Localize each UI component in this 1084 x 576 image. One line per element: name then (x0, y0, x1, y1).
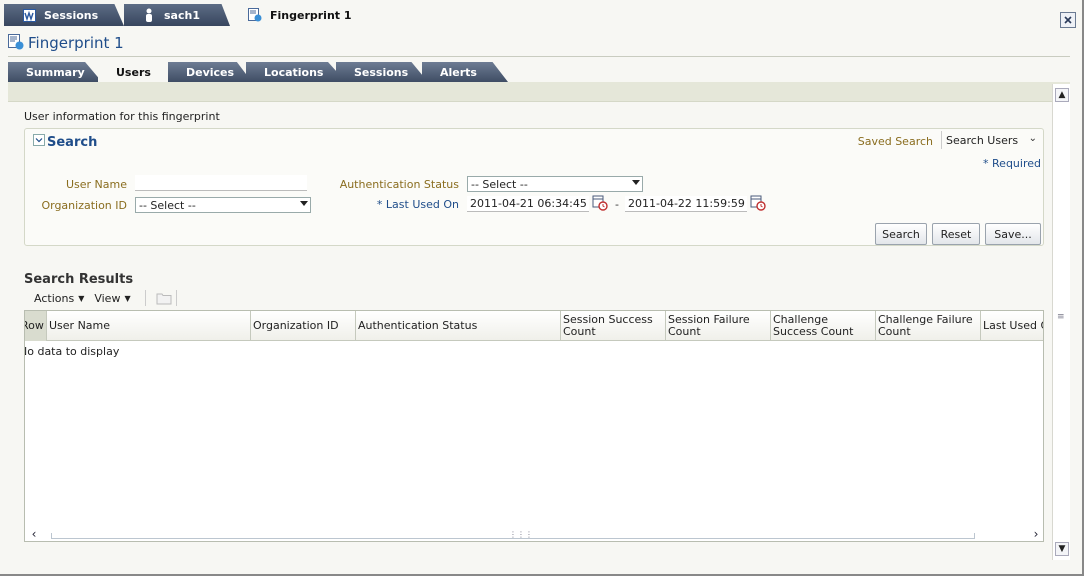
column-header-organization-id[interactable]: Organization ID (251, 311, 356, 341)
user-icon (142, 8, 156, 22)
results-title: Search Results (24, 272, 134, 287)
tab-label: Alerts (440, 65, 477, 79)
column-header-row[interactable]: Row (25, 311, 47, 341)
last-used-from-input[interactable]: 2011-04-21 06:34:45 PM (467, 196, 589, 212)
dropdown-arrow-icon: ▼ (78, 293, 85, 303)
dropdown-arrow-icon: ▼ (124, 293, 131, 303)
doc-tab-sessions[interactable]: Sessions (4, 4, 124, 26)
divider (8, 56, 1070, 57)
info-text: User information for this fingerprint (24, 110, 220, 123)
column-header-session-failure-count[interactable]: Session Failure Count (666, 311, 771, 341)
column-header-challenge-success-count[interactable]: Challenge Success Count (771, 311, 876, 341)
required-note: * Required (983, 157, 1041, 170)
doc-tab-user[interactable]: sach1 (124, 4, 230, 26)
column-header-last-used-on[interactable]: Last Used On (981, 311, 1043, 341)
fingerprint-icon (8, 33, 24, 53)
save-button[interactable]: Save... (985, 223, 1041, 245)
document-tabs: Sessions sach1 Fingerprint 1 (0, 4, 1084, 28)
tab-devices[interactable]: Devices (168, 62, 252, 82)
doc-tab-label: Fingerprint 1 (270, 8, 352, 22)
column-header-challenge-failure-count[interactable]: Challenge Failure Count (876, 311, 981, 341)
close-icon (1064, 16, 1072, 24)
column-header-session-success-count[interactable]: Session Success Count (561, 311, 666, 341)
tab-users[interactable]: Users (98, 62, 178, 82)
sessions-icon (22, 8, 36, 22)
last-used-to-input[interactable]: 2011-04-22 11:59:59 PM (625, 196, 747, 212)
doc-tab-label: sach1 (164, 8, 200, 22)
tab-label: Sessions (354, 65, 409, 79)
scroll-right-icon[interactable]: › (1029, 527, 1043, 541)
search-title: Search (47, 134, 98, 150)
dropdown-arrow-icon (300, 201, 308, 206)
org-id-label: Organization ID (41, 199, 127, 212)
tab-label: Locations (264, 65, 324, 79)
column-header-user-name[interactable]: User Name (47, 311, 251, 341)
chevron-down-icon: ⌄ (1028, 133, 1037, 144)
calendar-icon[interactable] (750, 195, 766, 211)
reset-button[interactable]: Reset (932, 223, 980, 245)
auth-status-label: Authentication Status (339, 178, 459, 191)
page-header: Fingerprint 1 (8, 32, 124, 54)
results-toolbar: Actions ▼ View ▼ (24, 288, 181, 308)
saved-search-select[interactable]: Search Users ⌄ (941, 131, 1043, 149)
actions-menu[interactable]: Actions ▼ (24, 292, 94, 305)
calendar-icon[interactable] (592, 195, 608, 211)
tab-label: Users (116, 65, 151, 79)
last-used-label: * Last Used On (376, 198, 459, 211)
toolbar-divider (144, 290, 146, 306)
application-frame: Sessions sach1 Fingerprint 1 Fingerprint… (0, 0, 1084, 576)
vertical-scrollbar[interactable]: ▲ ≡ ▼ (1052, 84, 1070, 560)
search-button[interactable]: Search (875, 223, 927, 245)
view-menu[interactable]: View ▼ (94, 292, 140, 305)
scroll-left-icon[interactable]: ‹ (27, 527, 41, 541)
close-tab-button[interactable] (1060, 12, 1076, 28)
collapse-icon[interactable] (33, 134, 45, 150)
table-header: Row User Name Organization ID Authentica… (25, 311, 1043, 341)
no-data-message: No data to display (24, 345, 120, 358)
search-header[interactable]: Search (33, 134, 97, 150)
tab-sessions[interactable]: Sessions (336, 62, 428, 82)
tab-label: Devices (186, 65, 235, 79)
tab-summary[interactable]: Summary (8, 62, 102, 82)
scroll-down-icon[interactable]: ▼ (1055, 542, 1069, 556)
view-label: View (94, 291, 121, 305)
doc-tab-label: Sessions (44, 8, 99, 22)
tab-locations[interactable]: Locations (246, 62, 346, 82)
scroll-grip-icon: ≡ (1057, 312, 1065, 322)
toolbar-divider (175, 290, 177, 306)
user-name-input[interactable] (135, 175, 307, 191)
doc-tab-fingerprint[interactable]: Fingerprint 1 (230, 4, 360, 26)
tab-content-band (8, 82, 1070, 102)
results-table: Row User Name Organization ID Authentica… (24, 310, 1044, 542)
fingerprint-icon (248, 8, 262, 22)
org-id-value: -- Select -- (139, 199, 196, 212)
horizontal-scrollbar[interactable]: ‹ ⋮⋮⋮ › (25, 527, 1043, 541)
user-name-label: User Name (65, 178, 127, 191)
dropdown-arrow-icon (632, 180, 640, 185)
actions-label: Actions (34, 291, 75, 305)
column-header-authentication-status[interactable]: Authentication Status (356, 311, 561, 341)
auth-status-value: -- Select -- (471, 178, 528, 191)
folder-icon[interactable] (156, 291, 172, 305)
search-panel: Search Saved Search Search Users ⌄ * Req… (24, 128, 1044, 246)
page-title: Fingerprint 1 (28, 34, 124, 52)
tab-label: Summary (26, 65, 85, 79)
org-id-select[interactable]: -- Select -- (135, 197, 311, 213)
range-separator: - (615, 198, 619, 211)
scroll-up-icon[interactable]: ▲ (1055, 88, 1069, 102)
tab-alerts[interactable]: Alerts (422, 62, 508, 82)
auth-status-select[interactable]: -- Select -- (467, 176, 643, 192)
saved-search-label: Saved Search (857, 135, 933, 148)
scroll-grip-icon: ⋮⋮⋮ (509, 530, 533, 539)
saved-search-value: Search Users (946, 134, 1019, 147)
